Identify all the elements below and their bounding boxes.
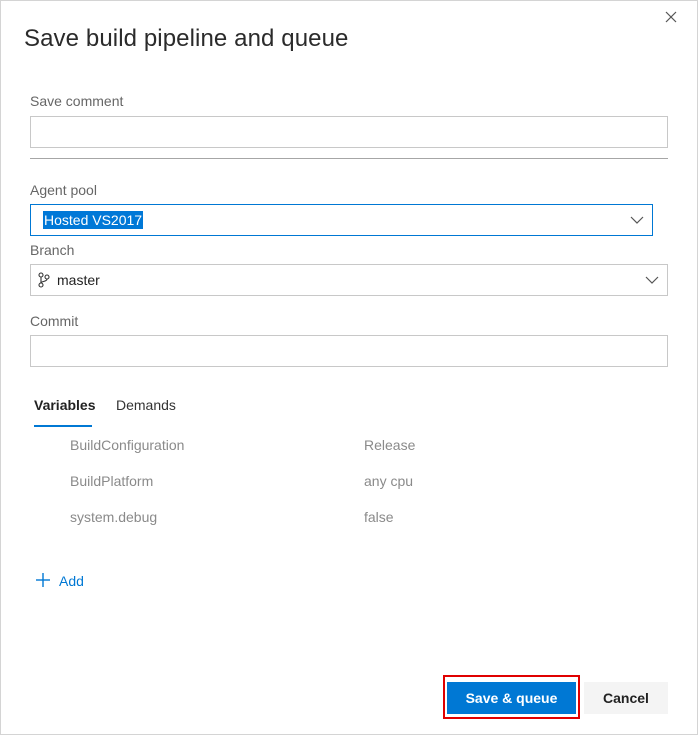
save-and-queue-button[interactable]: Save & queue [447,682,576,714]
active-tab-indicator [34,425,92,427]
chevron-down-icon [645,276,659,284]
branch-value: master [57,272,100,288]
commit-input[interactable] [30,335,668,367]
dialog-title: Save build pipeline and queue [24,25,349,52]
add-label: Add [59,573,84,589]
save-queue-dialog: Save build pipeline and queue Save comme… [0,0,698,735]
section-divider [30,158,668,159]
close-button[interactable] [661,7,681,27]
variable-value[interactable]: any cpu [364,473,413,489]
cancel-button[interactable]: Cancel [584,682,668,714]
agent-pool-dropdown[interactable]: Hosted VS2017 [30,204,653,236]
variable-name[interactable]: system.debug [70,509,157,525]
agent-pool-label: Agent pool [30,182,97,198]
plus-icon [36,573,50,587]
variable-value[interactable]: false [364,509,394,525]
close-icon [665,11,677,23]
save-comment-input[interactable] [30,116,668,148]
variable-value[interactable]: Release [364,437,415,453]
commit-label: Commit [30,313,79,329]
git-branch-icon [38,272,50,288]
agent-pool-value: Hosted VS2017 [43,211,144,229]
branch-label: Branch [30,242,75,258]
chevron-down-icon [630,216,644,224]
branch-dropdown[interactable]: master [30,264,668,296]
tab-demands[interactable]: Demands [116,397,176,413]
tab-variables[interactable]: Variables [34,397,96,413]
variable-name[interactable]: BuildPlatform [70,473,153,489]
save-comment-label: Save comment [30,93,124,109]
variable-name[interactable]: BuildConfiguration [70,437,184,453]
